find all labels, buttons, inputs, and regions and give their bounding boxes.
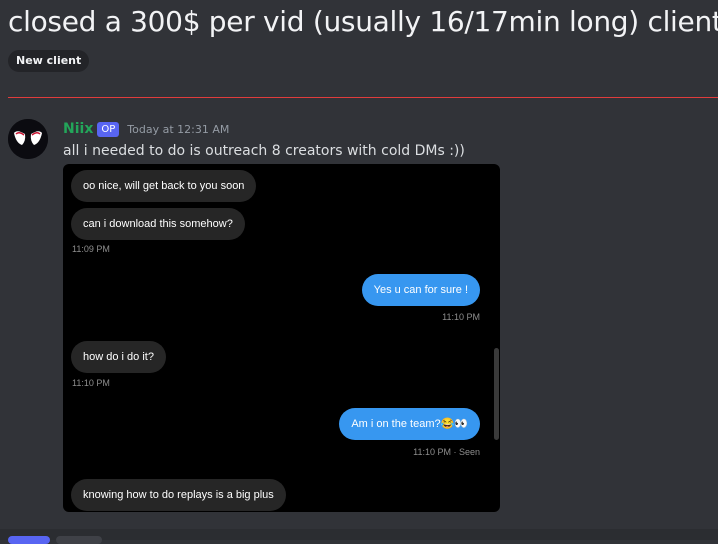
chat-bubble-received: oo nice, will get back to you soon xyxy=(71,170,257,202)
chat-bubble-received: knowing how to do replays is a big plus xyxy=(71,479,286,511)
chat-bubble-sent: Am i on the team?😂👀 xyxy=(339,408,480,440)
chat-scrollbar[interactable] xyxy=(492,164,500,512)
op-badge: OP xyxy=(97,121,120,137)
chat-timestamp: 11:10 PM xyxy=(72,378,110,388)
bottom-secondary-button[interactable] xyxy=(56,536,102,544)
tag-new-client[interactable]: New client xyxy=(8,50,90,72)
chat-bubble-received: can i download this somehow? xyxy=(71,208,245,240)
avatar[interactable] xyxy=(8,119,48,159)
message-timestamp: Today at 12:31 AM xyxy=(127,122,230,136)
message-text: all i needed to do is outreach 8 creator… xyxy=(63,143,465,159)
composer-bar xyxy=(0,529,718,540)
post-title: closed a 300$ per vid (usually 16/17min … xyxy=(8,5,718,38)
chat-bubble-received: how do i do it? xyxy=(71,341,166,373)
chat-timestamp: 11:10 PM xyxy=(442,312,480,322)
chat-timestamp: 11:10 PM · Seen xyxy=(413,447,480,457)
message-header: Niix OP Today at 12:31 AM xyxy=(63,119,229,139)
divider xyxy=(8,97,718,98)
chat-timestamp: 11:09 PM xyxy=(72,244,110,254)
chat-bubble-sent: Yes u can for sure ! xyxy=(361,274,480,306)
chat-screenshot[interactable]: oo nice, will get back to you soon can i… xyxy=(63,164,500,512)
chat-scrollbar-thumb[interactable] xyxy=(494,348,499,440)
bottom-primary-button[interactable] xyxy=(8,536,50,544)
spider-mask-icon xyxy=(8,119,48,159)
author-name[interactable]: Niix xyxy=(63,121,93,137)
